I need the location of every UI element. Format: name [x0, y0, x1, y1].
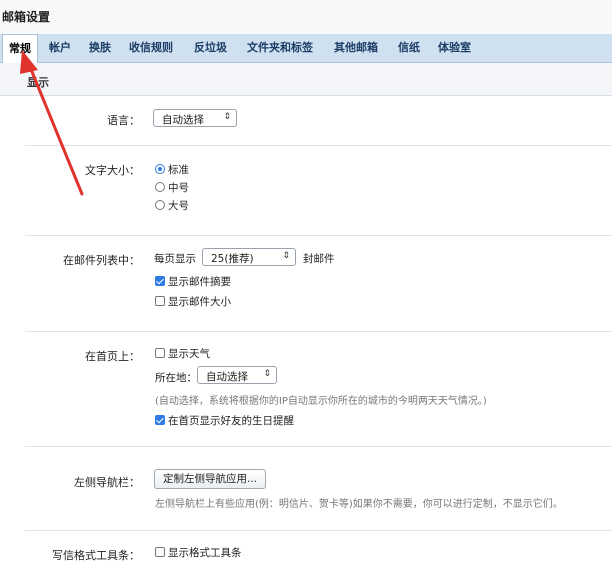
- font-size-medium-label: 中号: [168, 182, 189, 194]
- font-size-standard-label: 标准: [168, 164, 189, 176]
- show-summary-label: 显示邮件摘要: [168, 276, 231, 288]
- font-size-standard-radio[interactable]: [155, 164, 165, 174]
- row-divider: [25, 235, 612, 236]
- section-label: 显示: [27, 76, 49, 89]
- window-titlebar: 邮箱设置: [0, 0, 612, 34]
- settings-tabs: 常规 帐户 换肤 收信规则 反垃圾 文件夹和标签 其他邮箱 信纸 体验室: [0, 34, 612, 64]
- show-weather-label: 显示天气: [168, 348, 210, 360]
- window-title: 邮箱设置: [2, 10, 51, 24]
- tab-stationery[interactable]: 信纸: [398, 34, 420, 62]
- tab-account[interactable]: 帐户: [49, 34, 71, 62]
- font-size-large-label: 大号: [168, 200, 189, 212]
- weather-hint: (自动选择，系统将根据你的IP自动显示你所在的城市的今明两天天气情况。): [155, 396, 487, 407]
- updown-arrow-icon: ⇕: [223, 112, 231, 122]
- language-select[interactable]: 自动选择 ⇕: [153, 109, 237, 127]
- tab-skin[interactable]: 换肤: [89, 34, 111, 62]
- row-divider: [25, 331, 612, 332]
- language-label: 语言：: [107, 114, 140, 127]
- tab-other-mailboxes[interactable]: 其他邮箱: [334, 34, 378, 62]
- location-select[interactable]: 自动选择 ⇕: [197, 366, 277, 384]
- left-nav-label: 左侧导航栏：: [74, 476, 140, 489]
- mail-list-label: 在邮件列表中：: [63, 254, 140, 267]
- per-page-select[interactable]: 25(推荐) ⇕: [202, 248, 296, 266]
- updown-arrow-icon: ⇕: [282, 251, 290, 261]
- location-select-value: 自动选择: [206, 371, 248, 383]
- compose-toolbar-label: 写信格式工具条：: [52, 549, 140, 562]
- show-size-label: 显示邮件大小: [168, 296, 231, 308]
- show-format-toolbar-label: 显示格式工具条: [168, 547, 242, 559]
- section-header: 显示: [0, 63, 612, 96]
- show-weather-checkbox[interactable]: [155, 348, 165, 358]
- home-page-label: 在首页上：: [85, 350, 140, 363]
- tab-lab[interactable]: 体验室: [438, 34, 471, 62]
- customize-left-nav-button[interactable]: 定制左侧导航应用...: [154, 469, 267, 489]
- show-birthday-checkbox[interactable]: [155, 415, 165, 425]
- row-divider: [25, 145, 612, 146]
- tab-anti-spam[interactable]: 反垃圾: [194, 34, 227, 62]
- per-page-prefix: 每页显示: [154, 253, 196, 265]
- tab-general[interactable]: 常规: [2, 34, 38, 64]
- font-size-large-radio[interactable]: [155, 200, 165, 210]
- updown-arrow-icon: ⇕: [263, 369, 271, 379]
- show-birthday-label: 在首页显示好友的生日提醒: [168, 415, 294, 427]
- show-summary-checkbox[interactable]: [155, 276, 165, 286]
- row-divider: [25, 530, 612, 531]
- per-page-suffix: 封邮件: [303, 253, 335, 265]
- tab-folders-labels[interactable]: 文件夹和标签: [247, 34, 313, 62]
- show-format-toolbar-checkbox[interactable]: [155, 547, 165, 557]
- language-select-value: 自动选择: [162, 114, 204, 126]
- tab-inbox-rules[interactable]: 收信规则: [129, 34, 173, 62]
- per-page-select-value: 25(推荐): [211, 253, 254, 265]
- row-divider: [25, 446, 612, 447]
- show-size-checkbox[interactable]: [155, 296, 165, 306]
- left-nav-hint: 左侧导航栏上有些应用(例：明信片、贺卡等)如果你不需要，你可以进行定制，不显示它…: [155, 499, 563, 510]
- font-size-medium-radio[interactable]: [155, 182, 165, 192]
- location-label: 所在地：: [155, 372, 197, 384]
- font-size-label: 文字大小：: [85, 164, 140, 177]
